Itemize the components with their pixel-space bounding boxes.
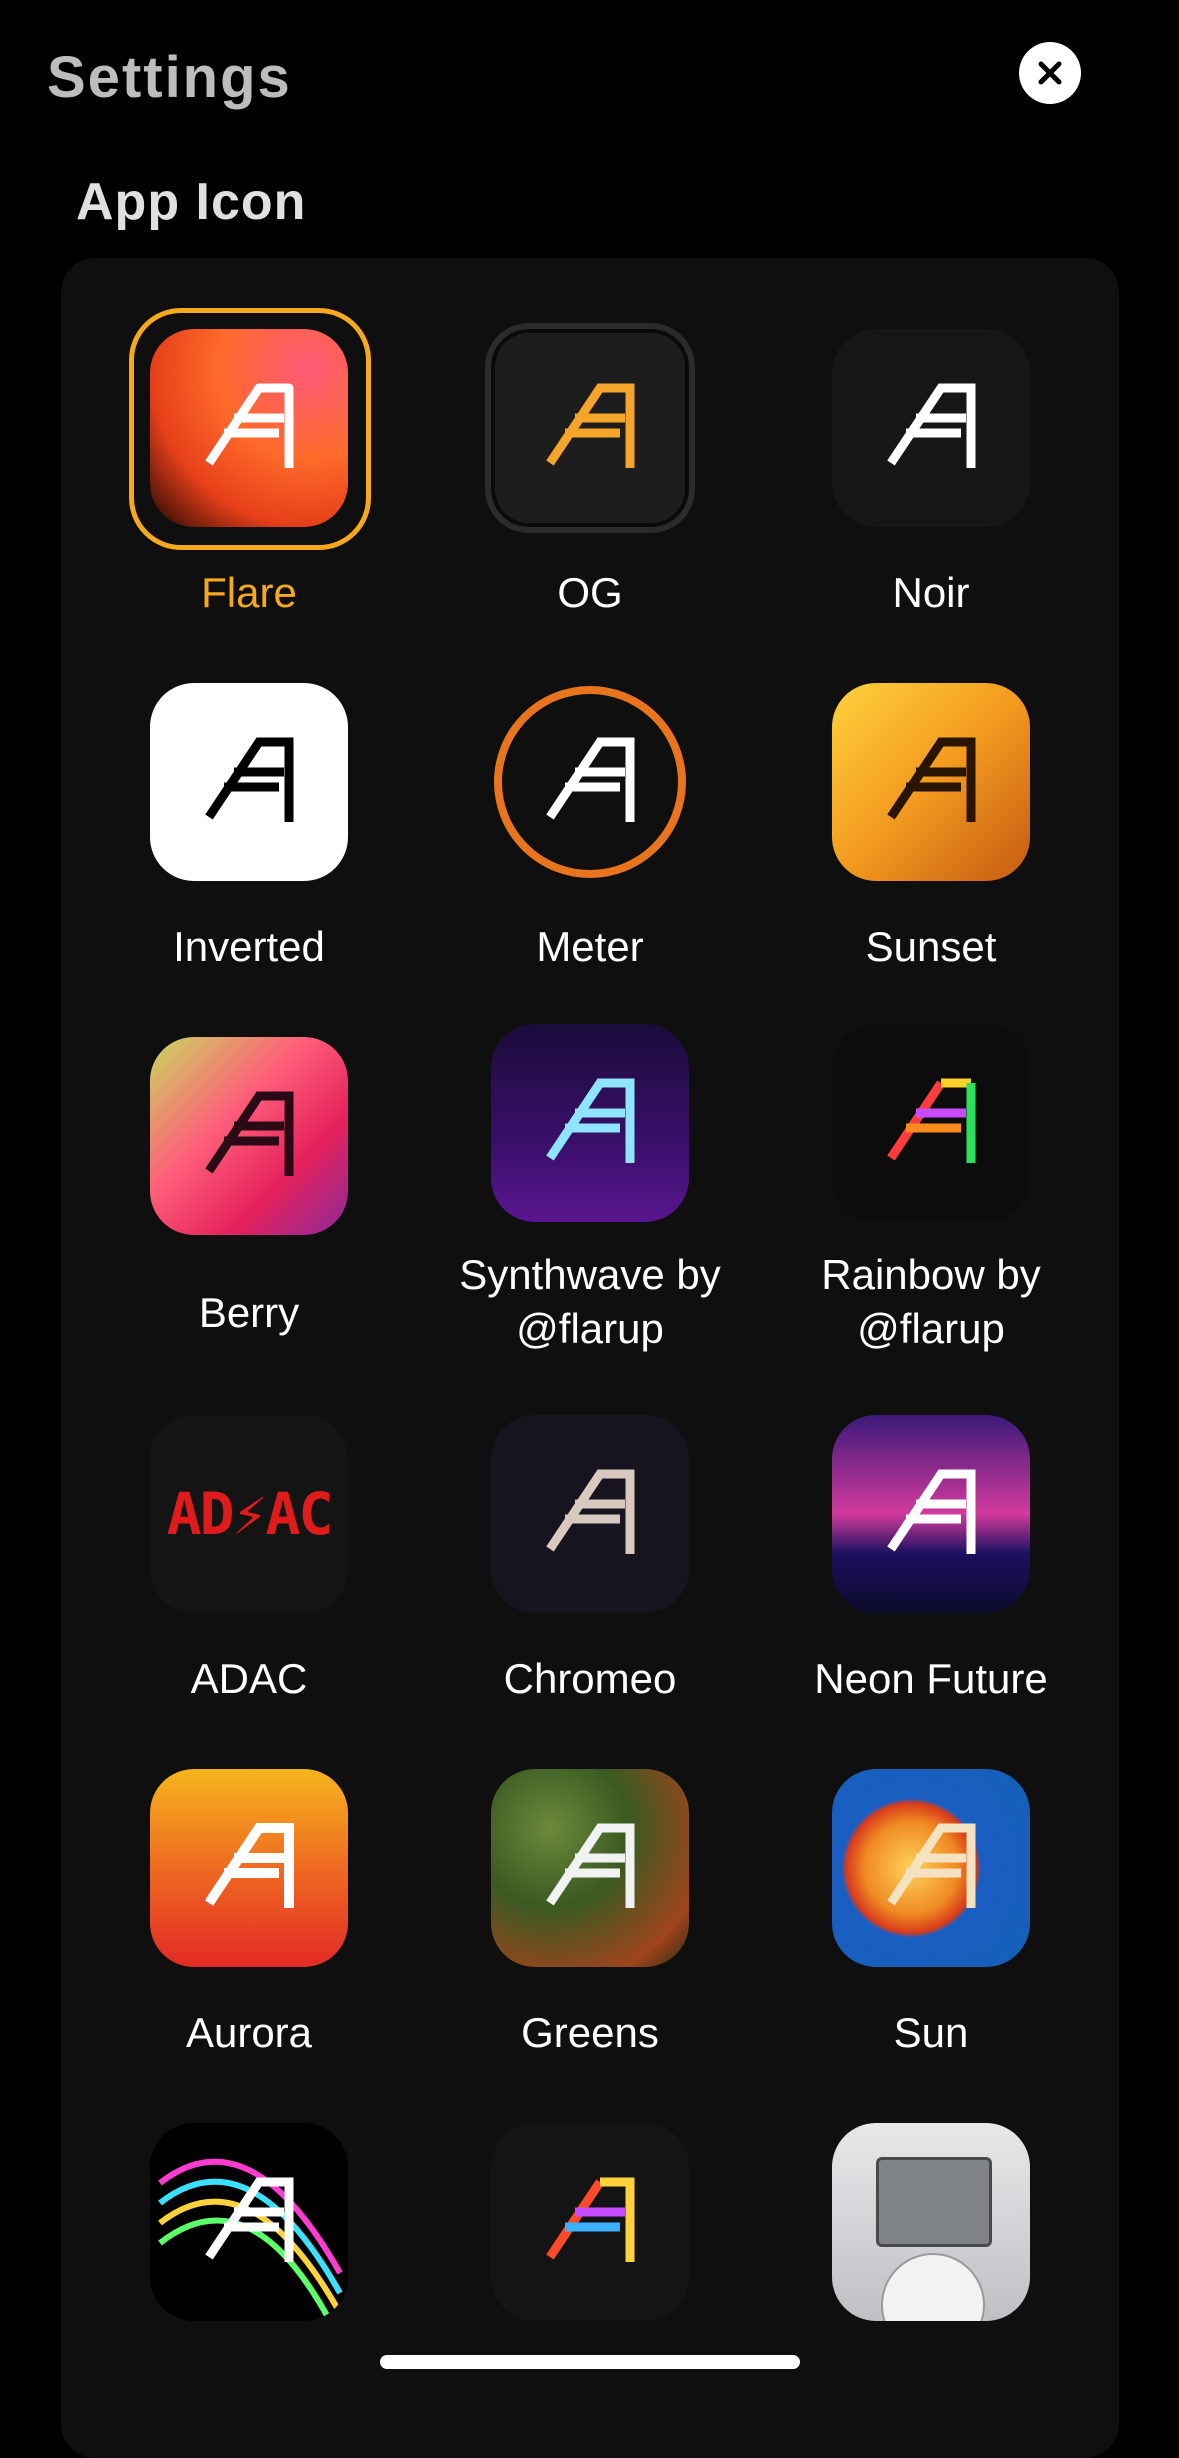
retro-icon [491,2123,689,2321]
adac-icon: AD⚡AC [150,1415,348,1613]
ipod-screen [876,2157,992,2247]
app-icon-option-arcs[interactable] [89,2102,409,2442]
app-icon-option-og[interactable]: OG [430,308,750,648]
app-icon-option-retro[interactable] [430,2102,750,2442]
ipod-icon [832,2123,1030,2321]
sun-icon [832,1769,1030,1967]
icon-label: Noir [892,569,970,616]
chromeo-icon [491,1415,689,1613]
icon-label: Greens [521,2009,659,2056]
app-icon-option-flare[interactable]: Flare [89,308,409,648]
flare-icon [150,329,348,527]
greens-icon [491,1769,689,1967]
app-icon-option-synthwave[interactable]: Synthwave by @flarup [430,1016,750,1356]
close-icon [1038,61,1062,85]
arcs-icon [150,2123,348,2321]
og-icon [485,323,695,533]
section-title-app-icon: App Icon [76,173,307,231]
icon-label: Sunset [865,923,997,970]
icon-label: Rainbow by @flarup [821,1251,1041,1352]
sunset-icon [832,683,1030,881]
neon-future-icon [832,1415,1030,1613]
aurora-icon [150,1769,348,1967]
app-icon-option-aurora[interactable]: Aurora [89,1748,409,2088]
icon-label: Aurora [185,2009,313,2056]
app-icon-option-ipod[interactable] [771,2102,1091,2442]
close-button[interactable] [1019,42,1081,104]
icon-label: Chromeo [503,1655,677,1702]
icon-label: Sun [893,2009,969,2056]
icon-label: Inverted [173,923,325,970]
home-indicator[interactable] [380,2355,800,2369]
icon-label: ADAC [190,1655,308,1702]
ipod-wheel [881,2253,985,2321]
icon-label: Meter [536,923,644,970]
app-icon-option-sunset[interactable]: Sunset [771,662,1091,1002]
app-icon-option-neon-future[interactable]: Neon Future [771,1394,1091,1734]
noir-icon [832,329,1030,527]
meter-icon [494,686,686,878]
berry-icon [150,1037,348,1235]
icon-label: Neon Future [814,1655,1048,1702]
app-icon-option-rainbow[interactable]: Rainbow by @flarup [771,1016,1091,1356]
app-icon-option-meter[interactable]: Meter [430,662,750,1002]
icon-label: Synthwave by @flarup [459,1251,721,1352]
app-icon-grid: Flare OG Noir Inverted Meter Sunset Berr… [61,258,1119,2458]
icon-label: OG [557,569,623,616]
app-icon-option-noir[interactable]: Noir [771,308,1091,648]
page-title: Settings [47,45,292,110]
icon-label: Berry [198,1289,300,1336]
app-icon-option-greens[interactable]: Greens [430,1748,750,2088]
icon-label: Flare [201,569,297,616]
adac-tile-text: AD⚡AC [166,1480,334,1548]
app-icon-option-berry[interactable]: Berry [89,1016,409,1356]
app-icon-option-adac[interactable]: AD⚡AC ADAC [89,1394,409,1734]
rainbow-icon [832,1024,1030,1222]
app-icon-option-inverted[interactable]: Inverted [89,662,409,1002]
app-icon-option-chromeo[interactable]: Chromeo [430,1394,750,1734]
app-icon-option-sun[interactable]: Sun [771,1748,1091,2088]
synthwave-icon [491,1024,689,1222]
inverted-icon [150,683,348,881]
